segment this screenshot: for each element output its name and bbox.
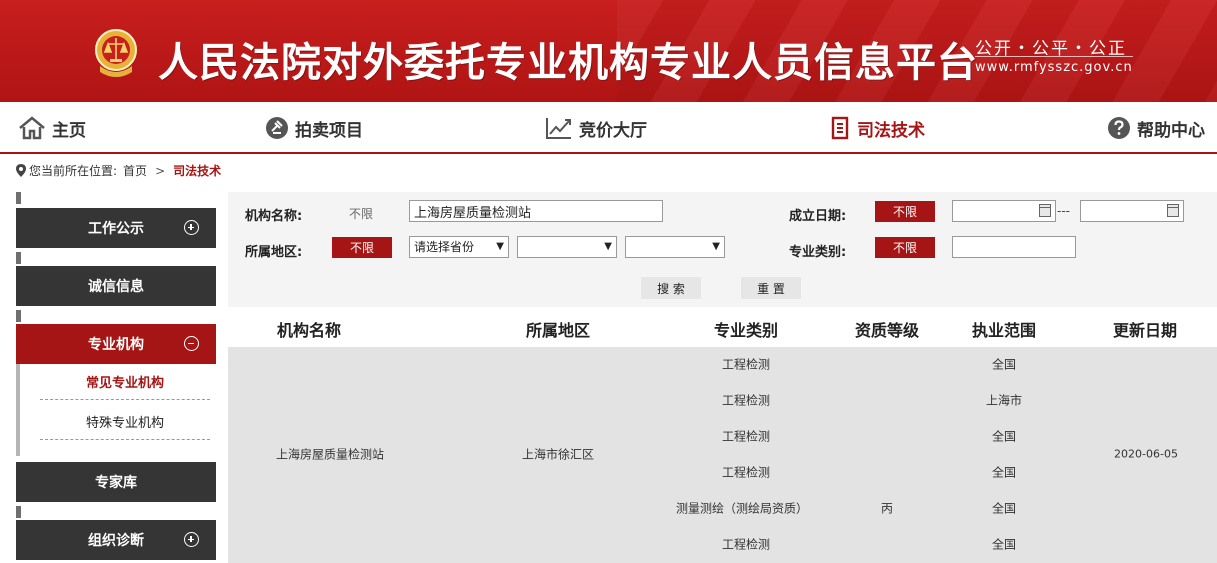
nav-help-center-label: 帮助中心 (1137, 120, 1205, 141)
sidebar-item-label: 专家库 (95, 475, 137, 491)
nav-judicial-tech-label: 司法技术 (857, 120, 925, 141)
founded-from-input[interactable] (952, 200, 1056, 222)
site-header: 人民法院对外委托专业机构专业人员信息平台 公开・公平・公正 www.rmfyss… (0, 0, 1217, 102)
search-button[interactable]: 搜 索 (641, 277, 701, 299)
expand-plus-icon[interactable] (184, 220, 199, 235)
org-name-unlimited[interactable]: 不限 (349, 205, 373, 222)
scope-cell: 全国 (991, 501, 1017, 516)
sidebar-tick (16, 252, 21, 264)
column-header-category: 专业类别 (713, 321, 779, 340)
site-title: 人民法院对外委托专业机构专业人员信息平台 (158, 40, 978, 86)
qualification-cell: 丙 (880, 501, 894, 516)
category-cell: 工程检测 (721, 429, 771, 444)
sidebar-item-label: 工作公示 (88, 221, 144, 237)
scope-cell: 上海市 (985, 393, 1023, 408)
sidebar-item-org-diagnosis[interactable]: 组织诊断 (16, 520, 216, 560)
city-select[interactable]: ▼ (517, 236, 617, 258)
founded-date-label: 成立日期: (789, 209, 847, 224)
dropdown-arrow-icon: ▼ (712, 241, 720, 252)
category-cell: 工程检测 (721, 393, 771, 408)
sidebar-tick (16, 310, 21, 322)
home-icon (19, 116, 45, 140)
column-header-scope: 执业范围 (971, 321, 1037, 340)
category-cell: 工程检测 (721, 357, 771, 372)
province-select[interactable]: 请选择省份 ▼ (409, 236, 509, 258)
scope-cell: 全国 (991, 537, 1017, 552)
column-header-update-date: 更新日期 (1112, 321, 1178, 340)
province-select-value: 请选择省份 (414, 240, 475, 254)
location-pin-icon (16, 164, 26, 177)
trend-chart-icon (546, 118, 571, 139)
breadcrumb: 您当前所在位置: 首页 > 司法技术 (16, 162, 221, 179)
results-table-header: 机构名称 所属地区 专业类别 资质等级 执业范围 更新日期 (228, 307, 1217, 347)
category-cell: 工程检测 (721, 465, 771, 480)
sidebar-item-expert-pool[interactable]: 专家库 (16, 462, 216, 502)
region-unlimited-button[interactable]: 不限 (332, 237, 392, 258)
results-table-body: 上海房屋质量检测站 上海市徐汇区 2020-06-05 工程检测 全国 工程检测… (228, 347, 1217, 563)
sidebar: 工作公示 诚信信息 专业机构 常见专业机构 特殊专业机构 专家库 组织诊断 (16, 192, 216, 563)
slogan-divider (975, 56, 1133, 57)
org-name-input[interactable] (409, 200, 663, 222)
sidebar-subitem-common-org[interactable]: 常见专业机构 (40, 364, 210, 400)
expand-plus-icon[interactable] (184, 532, 199, 547)
scope-cell: 全国 (991, 357, 1017, 372)
district-select[interactable]: ▼ (625, 236, 725, 258)
calendar-icon[interactable] (1039, 204, 1051, 217)
column-header-org-name: 机构名称 (276, 321, 342, 340)
nav-help-center[interactable]: 帮助中心 (1107, 114, 1205, 142)
filter-panel: 机构名称: 不限 成立日期: 不限 --- 所属地区: 不限 请选择省份 ▼ ▼… (228, 192, 1217, 307)
column-header-qualification: 资质等级 (854, 321, 920, 340)
category-cell: 工程检测 (721, 537, 771, 552)
breadcrumb-prefix: 您当前所在位置: (29, 164, 118, 178)
nav-auction-label: 拍卖项目 (295, 120, 363, 141)
gavel-icon (266, 117, 288, 139)
category-cell: 测量测绘（测绘局资质） (675, 501, 809, 516)
collapse-minus-icon[interactable] (184, 336, 199, 351)
sidebar-item-label: 专业机构 (88, 337, 144, 353)
founded-unlimited-button[interactable]: 不限 (875, 201, 935, 222)
sidebar-item-label: 组织诊断 (88, 533, 144, 549)
breadcrumb-home-link[interactable]: 首页 (123, 162, 147, 179)
sidebar-tick (16, 192, 21, 204)
site-url: www.rmfysszc.gov.cn (975, 60, 1133, 75)
question-icon (1108, 117, 1130, 139)
breadcrumb-separator: > (155, 163, 166, 178)
org-name-cell[interactable]: 上海房屋质量检测站 (276, 446, 384, 463)
nav-bidding-hall-label: 竞价大厅 (579, 120, 647, 141)
reset-button[interactable]: 重 置 (741, 277, 801, 299)
court-emblem-icon (95, 29, 137, 77)
scope-cell: 全国 (991, 429, 1017, 444)
dropdown-arrow-icon: ▼ (604, 241, 612, 252)
main-nav: 主页 拍卖项目 竞价大厅 司法技术 帮助中心 (0, 102, 1217, 154)
nav-auction[interactable]: 拍卖项目 (265, 114, 363, 142)
sidebar-item-professional-org[interactable]: 专业机构 (16, 324, 216, 364)
sidebar-submenu: 常见专业机构 特殊专业机构 (16, 364, 216, 456)
sidebar-tick (16, 506, 21, 518)
nav-home[interactable]: 主页 (18, 114, 86, 142)
sidebar-subitem-special-org[interactable]: 特殊专业机构 (40, 404, 210, 440)
update-date-cell: 2020-06-05 (1114, 447, 1178, 461)
nav-bidding-hall[interactable]: 竞价大厅 (545, 114, 647, 142)
column-header-region: 所属地区 (525, 321, 591, 340)
founded-to-input[interactable] (1080, 200, 1184, 222)
category-label: 专业类别: (789, 245, 847, 260)
dropdown-arrow-icon: ▼ (496, 241, 504, 252)
region-cell: 上海市徐汇区 (521, 447, 595, 462)
sidebar-item-credit-info[interactable]: 诚信信息 (16, 266, 216, 306)
nav-judicial-tech[interactable]: 司法技术 (829, 114, 925, 142)
category-unlimited-button[interactable]: 不限 (875, 237, 935, 258)
calendar-icon[interactable] (1167, 204, 1179, 217)
document-icon (831, 116, 849, 140)
category-input[interactable] (952, 236, 1076, 258)
nav-home-label: 主页 (52, 120, 86, 141)
scope-cell: 全国 (991, 465, 1017, 480)
sidebar-item-work-notice[interactable]: 工作公示 (16, 208, 216, 248)
org-name-label: 机构名称: (245, 209, 303, 224)
date-range-separator: --- (1057, 204, 1070, 218)
region-label: 所属地区: (245, 245, 303, 260)
breadcrumb-current: 司法技术 (173, 164, 222, 178)
sidebar-item-label: 诚信信息 (88, 279, 144, 295)
